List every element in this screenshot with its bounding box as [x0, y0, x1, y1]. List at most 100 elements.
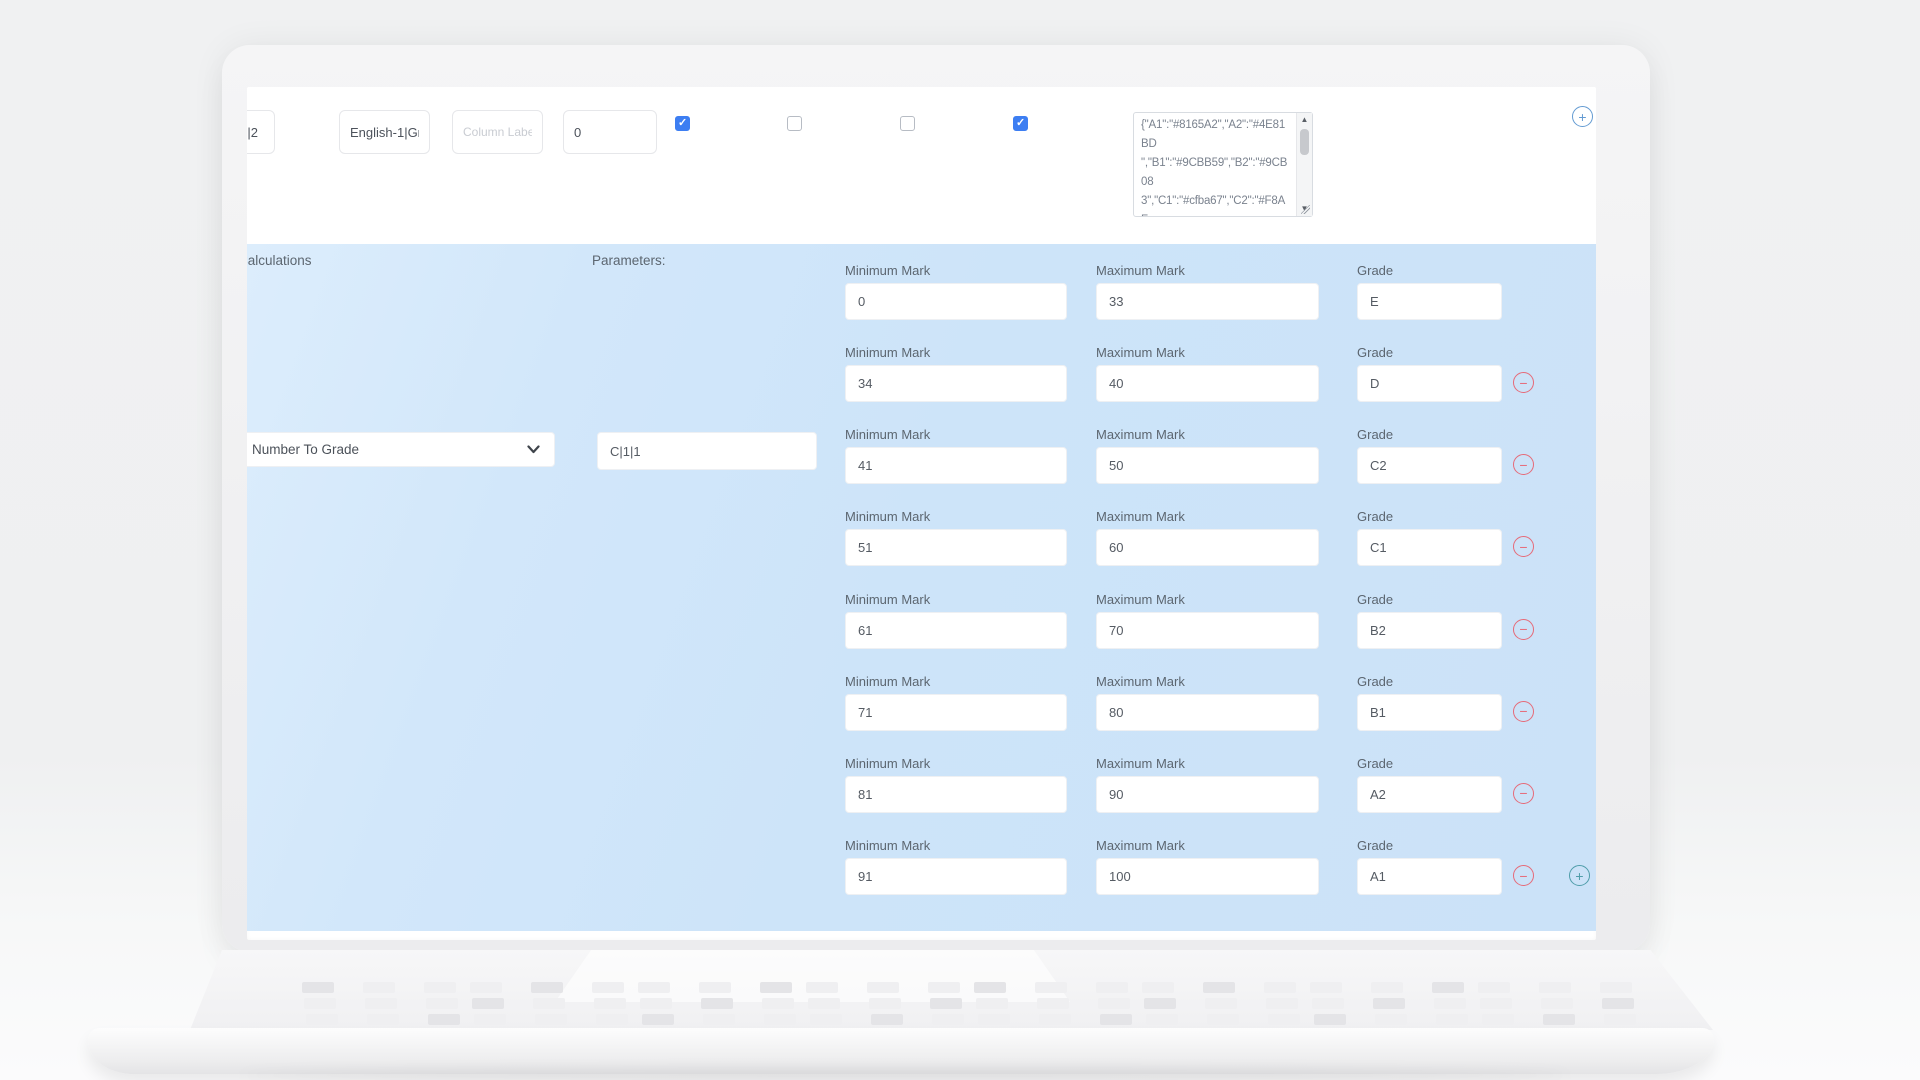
max-mark-input[interactable] [1096, 612, 1319, 649]
touchpad [555, 950, 1070, 1002]
laptop-key [596, 1014, 628, 1025]
laptop-key [1373, 998, 1405, 1009]
laptop-key [535, 1014, 567, 1025]
add-row-button[interactable]: + [1569, 865, 1590, 886]
max-mark-input[interactable] [1096, 283, 1319, 320]
laptop-key [533, 998, 565, 1009]
max-mark-label: Maximum Mark [1096, 674, 1185, 689]
grade-label: Grade [1357, 674, 1393, 689]
scroll-up-icon[interactable]: ▲ [1301, 113, 1309, 127]
toolbar-field-1[interactable] [247, 110, 275, 154]
min-mark-label: Minimum Mark [845, 756, 930, 771]
laptop-key [810, 1014, 842, 1025]
max-mark-input[interactable] [1096, 694, 1319, 731]
remove-row-button[interactable]: − [1513, 783, 1534, 804]
laptop-key [1436, 1014, 1468, 1025]
min-mark-input[interactable] [845, 858, 1067, 895]
max-mark-input[interactable] [1096, 529, 1319, 566]
min-mark-label: Minimum Mark [845, 427, 930, 442]
toolbar-field-3[interactable] [452, 110, 543, 154]
toolbar-field-4[interactable] [563, 110, 657, 154]
toolbar-checkbox-2[interactable] [787, 116, 802, 131]
remove-row-button[interactable]: − [1513, 701, 1534, 722]
grade-row: Minimum Mark Maximum Mark Grade − [247, 592, 1596, 652]
grade-input[interactable] [1357, 283, 1502, 320]
grade-input[interactable] [1357, 776, 1502, 813]
laptop-key [976, 998, 1008, 1009]
grade-row: Minimum Mark Maximum Mark Grade [247, 263, 1596, 323]
laptop-key [592, 982, 624, 993]
laptop-key [1098, 998, 1130, 1009]
minus-circle-icon: − [1519, 622, 1527, 636]
remove-row-button[interactable]: − [1513, 619, 1534, 640]
laptop-key [1434, 998, 1466, 1009]
page: {"A1":"#8165A2","A2":"#4E81BD ","B1":"#9… [0, 0, 1920, 1080]
min-mark-input[interactable] [845, 694, 1067, 731]
remove-row-button[interactable]: − [1513, 536, 1534, 557]
laptop-key [1203, 982, 1235, 993]
toolbar-checkbox-3[interactable] [900, 116, 915, 131]
laptop-key [302, 982, 334, 993]
add-column-button[interactable]: + [1572, 106, 1593, 127]
minus-circle-icon: − [1519, 869, 1527, 883]
resize-handle-icon[interactable] [1301, 205, 1311, 215]
grade-row: Minimum Mark Maximum Mark Grade − [247, 427, 1596, 487]
laptop-screen: {"A1":"#8165A2","A2":"#4E81BD ","B1":"#9… [247, 87, 1596, 940]
grade-input[interactable] [1357, 365, 1502, 402]
min-mark-label: Minimum Mark [845, 509, 930, 524]
grade-input[interactable] [1357, 529, 1502, 566]
toolbar-checkbox-1[interactable] [675, 116, 690, 131]
laptop-key [869, 998, 901, 1009]
laptop-key [1314, 1014, 1346, 1025]
min-mark-input[interactable] [845, 776, 1067, 813]
laptop-key [701, 998, 733, 1009]
min-mark-input[interactable] [845, 365, 1067, 402]
min-mark-label: Minimum Mark [845, 263, 930, 278]
laptop-key [472, 998, 504, 1009]
min-mark-input[interactable] [845, 447, 1067, 484]
laptop-key [367, 1014, 399, 1025]
remove-row-button[interactable]: − [1513, 454, 1534, 475]
laptop-key [1037, 998, 1069, 1009]
laptop-lid: {"A1":"#8165A2","A2":"#4E81BD ","B1":"#9… [222, 45, 1650, 952]
grade-label: Grade [1357, 263, 1393, 278]
remove-row-button[interactable]: − [1513, 865, 1534, 886]
laptop-key [930, 998, 962, 1009]
laptop-key [1478, 982, 1510, 993]
remove-row-button[interactable]: − [1513, 372, 1534, 393]
scroll-thumb[interactable] [1300, 129, 1309, 155]
toolbar-field-2[interactable] [339, 110, 430, 154]
grade-input[interactable] [1357, 694, 1502, 731]
grade-colors-textarea[interactable]: {"A1":"#8165A2","A2":"#4E81BD ","B1":"#9… [1133, 112, 1313, 217]
laptop-key [1539, 982, 1571, 993]
toolbar-checkbox-4[interactable] [1013, 116, 1028, 131]
minus-circle-icon: − [1519, 458, 1527, 472]
min-mark-input[interactable] [845, 283, 1067, 320]
laptop-key [871, 1014, 903, 1025]
min-mark-input[interactable] [845, 612, 1067, 649]
textarea-scrollbar[interactable]: ▲ ▼ [1296, 113, 1312, 216]
grade-row: Minimum Mark Maximum Mark Grade − [247, 345, 1596, 405]
max-mark-input[interactable] [1096, 365, 1319, 402]
min-mark-label: Minimum Mark [845, 674, 930, 689]
laptop-key [1432, 982, 1464, 993]
laptop-key [1604, 1014, 1636, 1025]
grade-input[interactable] [1357, 447, 1502, 484]
max-mark-input[interactable] [1096, 776, 1319, 813]
laptop-key [1602, 998, 1634, 1009]
max-mark-label: Maximum Mark [1096, 838, 1185, 853]
laptop-shadow [240, 1068, 1570, 1080]
max-mark-input[interactable] [1096, 858, 1319, 895]
laptop-key [424, 982, 456, 993]
min-mark-input[interactable] [845, 529, 1067, 566]
laptop-key [640, 998, 672, 1009]
min-mark-label: Minimum Mark [845, 838, 930, 853]
laptop-key [806, 982, 838, 993]
grade-input[interactable] [1357, 858, 1502, 895]
laptop-key [1146, 1014, 1178, 1025]
max-mark-input[interactable] [1096, 447, 1319, 484]
grade-input[interactable] [1357, 612, 1502, 649]
laptop-key [594, 998, 626, 1009]
laptop-key [470, 982, 502, 993]
laptop-key [1312, 998, 1344, 1009]
